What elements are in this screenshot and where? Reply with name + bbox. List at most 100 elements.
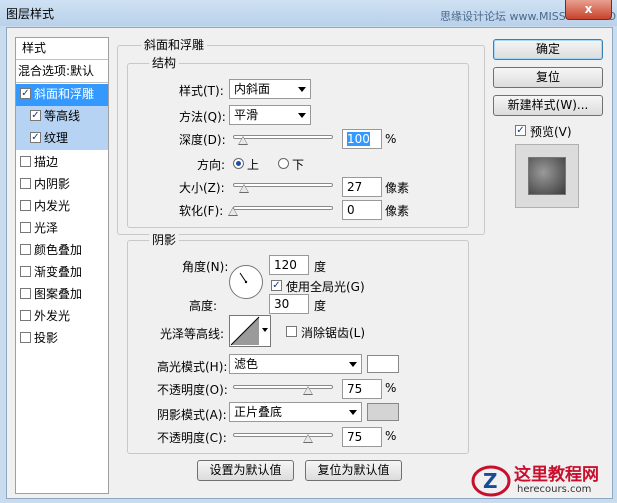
size-value: 27: [347, 180, 363, 194]
sidebar-item-label: 光泽: [34, 221, 59, 235]
new-style-button[interactable]: 新建样式(W)...: [493, 95, 603, 116]
window-title: 图层样式: [6, 7, 55, 21]
checkbox-icon[interactable]: ✓: [30, 110, 41, 121]
sidebar-item-label: 等高线: [44, 109, 81, 123]
technique-select[interactable]: 平滑: [229, 105, 311, 125]
depth-slider-track[interactable]: [233, 135, 333, 139]
angle-input[interactable]: 120: [269, 255, 309, 275]
size-input[interactable]: 27: [342, 177, 382, 197]
direction-up-label: 上: [247, 158, 260, 172]
checkbox-icon[interactable]: [20, 222, 31, 233]
reset-default-button[interactable]: 复位为默认值: [305, 460, 402, 481]
checkbox-icon[interactable]: [20, 288, 31, 299]
direction-up-radio[interactable]: [233, 158, 244, 169]
make-default-button[interactable]: 设置为默认值: [197, 460, 294, 481]
shadow-opacity-input[interactable]: 75: [342, 427, 382, 447]
preview-checkbox[interactable]: ✓: [515, 125, 526, 136]
shadow-opacity-thumb[interactable]: [303, 434, 313, 443]
reset-button[interactable]: 复位: [493, 67, 603, 88]
checkbox-icon[interactable]: [20, 156, 31, 167]
sidebar-item-color-overlay[interactable]: 颜色叠加: [16, 240, 108, 262]
sidebar-item-contour[interactable]: ✓ 等高线: [16, 106, 108, 128]
sidebar-item-label: 描边: [34, 155, 59, 169]
sidebar-item-bevel-emboss[interactable]: ✓ 斜面和浮雕: [16, 84, 108, 106]
depth-label: 深度(D):: [179, 133, 226, 147]
technique-label: 方法(Q):: [179, 110, 226, 124]
style-select[interactable]: 内斜面: [229, 79, 311, 99]
close-icon: x: [584, 2, 593, 16]
svg-text:Z: Z: [483, 469, 498, 493]
sidebar-item-label: 投影: [34, 331, 59, 345]
gloss-contour-label: 光泽等高线:: [160, 327, 225, 341]
sidebar-item-drop-shadow[interactable]: 投影: [16, 328, 108, 350]
sidebar-item-texture[interactable]: ✓ 纹理: [16, 128, 108, 150]
angle-dial-icon: [239, 272, 248, 284]
shadow-mode-label: 阴影模式(A):: [157, 408, 227, 422]
sidebar-item-label: 图案叠加: [34, 287, 83, 301]
sidebar-item-inner-glow[interactable]: 内发光: [16, 196, 108, 218]
gloss-contour-picker[interactable]: [229, 315, 271, 347]
sidebar-item-satin[interactable]: 光泽: [16, 218, 108, 240]
shadow-opacity-unit: %: [385, 429, 397, 443]
size-slider-thumb[interactable]: [239, 184, 249, 193]
highlight-opacity-unit: %: [385, 381, 397, 395]
dialog-body: 样式 混合选项:默认 ✓ 斜面和浮雕 ✓ 等高线 ✓ 纹理 描边 内阴影 内发光 光泽…: [6, 27, 613, 499]
size-label: 大小(Z):: [179, 181, 225, 195]
sidebar-item-label: 外发光: [34, 309, 71, 323]
soften-slider-track[interactable]: [233, 206, 333, 210]
highlight-color-swatch[interactable]: [367, 355, 399, 373]
altitude-input[interactable]: 30: [269, 294, 309, 314]
checkbox-icon[interactable]: [20, 244, 31, 255]
logo-url: herecours.com: [517, 484, 592, 495]
checkbox-icon[interactable]: [20, 178, 31, 189]
site-logo: Z 这里教程网 herecours.com: [470, 458, 617, 503]
checkbox-icon[interactable]: [20, 266, 31, 277]
checkbox-icon[interactable]: [20, 200, 31, 211]
shadow-color-swatch[interactable]: [367, 403, 399, 421]
bevel-emboss-title: 斜面和浮雕: [141, 36, 208, 53]
style-label: 样式(T):: [179, 84, 224, 98]
style-value: 内斜面: [234, 82, 271, 96]
shadow-mode-value: 正片叠底: [234, 405, 283, 419]
sidebar-item-gradient-overlay[interactable]: 渐变叠加: [16, 262, 108, 284]
depth-input[interactable]: 100: [342, 129, 382, 149]
checkbox-icon[interactable]: ✓: [30, 132, 41, 143]
sidebar-item-outer-glow[interactable]: 外发光: [16, 306, 108, 328]
style-preview: [515, 144, 579, 208]
angle-dial[interactable]: [229, 265, 263, 299]
antialiased-checkbox[interactable]: [286, 326, 297, 337]
shadow-opacity-label: 不透明度(C):: [157, 431, 227, 445]
global-light-label: 使用全局光(G): [286, 280, 365, 294]
sidebar-item-stroke[interactable]: 描边: [16, 152, 108, 174]
checkbox-icon[interactable]: ✓: [20, 88, 31, 99]
chevron-down-icon: [298, 87, 306, 92]
direction-down-radio[interactable]: [278, 158, 289, 169]
sidebar-item-pattern-overlay[interactable]: 图案叠加: [16, 284, 108, 306]
highlight-opacity-input[interactable]: 75: [342, 379, 382, 399]
shadow-opacity-track[interactable]: [233, 433, 333, 437]
chevron-down-icon: [349, 410, 357, 415]
close-button[interactable]: x: [565, 0, 612, 20]
altitude-unit: 度: [314, 299, 327, 313]
sidebar-item-label: 渐变叠加: [34, 265, 83, 279]
ok-button[interactable]: 确定: [493, 39, 603, 60]
soften-input[interactable]: 0: [342, 200, 382, 220]
depth-slider-thumb[interactable]: [238, 136, 248, 145]
checkbox-icon[interactable]: [20, 332, 31, 343]
antialiased-label: 消除锯齿(L): [301, 326, 366, 340]
sidebar-item-inner-shadow[interactable]: 内阴影: [16, 174, 108, 196]
highlight-opacity-thumb[interactable]: [303, 386, 313, 395]
styles-header[interactable]: 样式: [16, 38, 108, 60]
sidebar-item-label: 斜面和浮雕: [34, 87, 95, 101]
highlight-mode-select[interactable]: 滤色: [229, 354, 362, 374]
chevron-down-icon: [349, 362, 357, 367]
checkbox-icon[interactable]: [20, 310, 31, 321]
angle-value: 120: [274, 258, 297, 272]
blend-options-item[interactable]: 混合选项:默认: [16, 61, 108, 83]
shadow-mode-select[interactable]: 正片叠底: [229, 402, 362, 422]
global-light-checkbox[interactable]: ✓: [271, 280, 282, 291]
highlight-opacity-track[interactable]: [233, 385, 333, 389]
depth-unit: %: [385, 132, 397, 146]
soften-slider-thumb[interactable]: [228, 207, 238, 216]
size-unit: 像素: [385, 181, 410, 195]
